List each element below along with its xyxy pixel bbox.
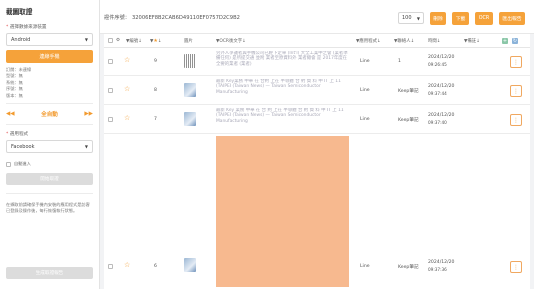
th-number[interactable]: ▼編號↓ <box>126 38 142 44</box>
more-icon[interactable]: ⋮ <box>510 114 522 126</box>
delete-button[interactable]: 刪除 <box>430 12 446 25</box>
ocr-text: 另外人爭議者與手機公司已經下定單 (Int'l) 大全工業中之會 (業者準備任何… <box>216 51 348 67</box>
row-checkbox[interactable] <box>108 117 113 122</box>
app-name: Line <box>360 117 370 122</box>
start-capture-button[interactable]: 開始取證 <box>6 173 93 186</box>
table-header: ⚙ ▼編號↓ ▼★↓ 圖片 ▼OCR後文字↓ ▼應用程式↓ ▼聯絡人↓ 時間↓ … <box>104 34 530 48</box>
evidence-id: 證件序號： 32006EF8B2CAB6D49110EF0757D2C9B2 <box>104 14 240 21</box>
app: 截圖取證 * 選擇數據來源裝置 Android ▼ 連線手機 訂閱：未連線 型號… <box>0 0 534 289</box>
star-icon[interactable]: ☆ <box>124 114 130 122</box>
table-row[interactable]: ☆ 9 另外人爭議者與手機公司已經下定單 (Int'l) 大全工業中之會 (業者… <box>104 48 530 76</box>
device-select[interactable]: Android ▼ <box>6 33 93 46</box>
row-number: 7 <box>154 117 157 122</box>
row-number: 6 <box>154 264 157 269</box>
capture-time: 09:37:36 <box>428 267 447 272</box>
row-checkbox[interactable] <box>108 264 113 269</box>
star-icon[interactable]: ☆ <box>124 261 130 269</box>
th-ocr-text[interactable]: ▼OCR後文字↓ <box>216 38 246 44</box>
app-name: Line <box>360 88 370 93</box>
add-icon[interactable]: + <box>502 38 508 44</box>
contact-name: Keep筆記 <box>398 89 419 94</box>
page-size-select[interactable]: 100 ▼ <box>398 12 424 24</box>
contact-name: Keep筆記 <box>398 118 419 123</box>
capture-time: 09:37:44 <box>428 91 447 96</box>
download-button[interactable]: 下載 <box>452 12 469 25</box>
th-note[interactable]: ▼備註↓ <box>464 38 480 44</box>
screenshot-thumbnail[interactable] <box>184 54 196 68</box>
chevron-down-icon: ▼ <box>84 37 88 42</box>
page-size-value: 100 <box>402 15 412 21</box>
ocr-text: 最新 Key業務 中華 在 合約 上在 半導體 合 約 資 料 中 IT 上 1… <box>216 79 341 95</box>
divider <box>6 124 93 126</box>
export-report-button[interactable]: 匯出報告 <box>499 12 525 25</box>
more-icon[interactable]: ⋮ <box>510 85 522 97</box>
ocr-redacted-block <box>216 136 349 287</box>
table-row[interactable]: ☆ 8 最新 Key業務 中華 在 合約 上在 半導體 合 約 資 料 中 IT… <box>104 76 530 105</box>
capture-time: 09:26:45 <box>428 62 447 67</box>
top-toolbar: 證件序號： 32006EF8B2CAB6D49110EF0757D2C9B2 10… <box>100 0 534 34</box>
device-select-value: Android <box>11 36 31 43</box>
app-name: Line <box>360 264 370 269</box>
th-app[interactable]: ▼應用程式↓ <box>356 38 381 44</box>
th-time[interactable]: 時間↓ <box>428 38 440 44</box>
row-checkbox[interactable] <box>108 88 113 93</box>
star-icon: ★ <box>153 38 158 44</box>
double-right-icon[interactable]: ▶▶ <box>84 111 93 117</box>
app-select-value: Facebook <box>11 143 35 150</box>
capture-date: 2024/12/20 <box>428 84 455 89</box>
chevron-down-icon: ▼ <box>84 144 88 150</box>
ocr-button[interactable]: OCR <box>475 12 493 25</box>
row-checkbox[interactable] <box>108 59 113 64</box>
screenshot-thumbnail[interactable] <box>184 258 196 272</box>
evidence-id-label: 證件序號： <box>104 15 130 21</box>
generate-report-button[interactable]: 生成取證報告 <box>6 267 93 279</box>
app-select[interactable]: Facebook ▼ <box>6 140 93 154</box>
device-label: * 選擇數據來源裝置 <box>6 25 47 30</box>
app-label: * 選用程式 <box>6 132 29 138</box>
auto-enter-option[interactable]: 自動進入 <box>6 161 93 167</box>
evidence-id-value: 32006EF8B2CAB6D49110EF0757D2C9B2 <box>131 15 240 21</box>
th-image: 圖片 <box>184 39 193 44</box>
chevron-down-icon: ▼ <box>416 15 420 21</box>
contact-name: Keep筆記 <box>398 265 419 270</box>
table-row[interactable]: ☆ 7 最新 Key 業務 中華 在 合 約 上在 半導體 合 約 資 料 中 … <box>104 105 530 134</box>
auto-enter-label: 自動進入 <box>14 161 31 167</box>
settings-icon[interactable]: ⚙ <box>116 38 120 43</box>
row-number: 8 <box>154 88 157 93</box>
main-panel: 證件序號： 32006EF8B2CAB6D49110EF0757D2C9B2 10… <box>100 0 534 289</box>
more-icon[interactable]: ⋮ <box>510 56 522 68</box>
screenshot-thumbnail[interactable] <box>184 112 196 126</box>
screenshot-thumbnail[interactable] <box>184 83 196 97</box>
sidebar: 截圖取證 * 選擇數據來源裝置 Android ▼ 連線手機 訂閱：未連線 型號… <box>0 0 100 289</box>
row-number: 9 <box>154 59 157 64</box>
evidence-table: ⚙ ▼編號↓ ▼★↓ 圖片 ▼OCR後文字↓ ▼應用程式↓ ▼聯絡人↓ 時間↓ … <box>104 34 530 289</box>
table-row[interactable]: ☆ 6 Line Keep筆記 2024/12/20 09:37:36 ⋮ <box>104 134 530 289</box>
capture-time: 09:37:40 <box>428 120 447 125</box>
more-icon[interactable]: ⋮ <box>510 261 522 273</box>
device-status: 訂閱：未連線 型號：無 系統：無 序號：無 版本：無 <box>6 67 93 99</box>
sidebar-note: 在擷取前請確保手機內安裝的應用程式是訪客已登錄及操作後，每行恢復執行狀態。 <box>6 202 90 214</box>
capture-date: 2024/12/20 <box>428 55 455 60</box>
auto-nav: ◀◀ 全自動 ▶▶ <box>6 108 93 120</box>
contact-name: 1 <box>398 59 401 64</box>
capture-date: 2024/12/20 <box>428 260 455 265</box>
app-name: Line <box>360 59 370 64</box>
ocr-text: 最新 Key 業務 中華 在 合 約 上在 半導體 合 約 資 料 中 IT 上… <box>216 108 344 124</box>
sidebar-title: 截圖取證 <box>6 8 33 16</box>
auto-enter-checkbox[interactable] <box>6 161 11 167</box>
auto-mode-label[interactable]: 全自動 <box>41 110 58 118</box>
status-line: 版本：無 <box>6 92 23 98</box>
select-all-checkbox[interactable] <box>108 38 113 45</box>
th-contact[interactable]: ▼聯絡人↓ <box>394 38 414 44</box>
double-left-icon[interactable]: ◀◀ <box>6 111 15 117</box>
star-icon[interactable]: ☆ <box>124 85 130 93</box>
capture-date: 2024/12/20 <box>428 113 455 118</box>
star-icon[interactable]: ☆ <box>124 56 130 64</box>
connect-phone-button[interactable]: 連線手機 <box>6 50 93 63</box>
th-star[interactable]: ▼★↓ <box>150 38 162 44</box>
refresh-icon[interactable]: ↻ <box>512 38 518 44</box>
divider <box>6 193 93 195</box>
divider <box>6 103 93 105</box>
